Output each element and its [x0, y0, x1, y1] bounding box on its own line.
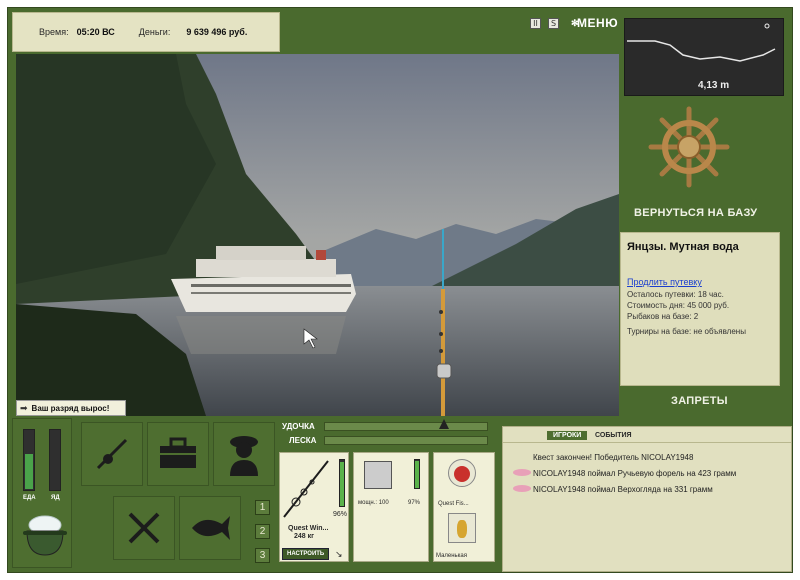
- game-window: ➡ Ваш разряд вырос! Время: 05:20 ВС День…: [7, 7, 793, 573]
- food-meter: [23, 429, 35, 491]
- lake-title: Янцзы. Мутная вода: [627, 241, 739, 253]
- lake-info-panel: Янцзы. Мутная вода Продлить путевку Оста…: [620, 232, 780, 386]
- lure-2-icon: [448, 513, 476, 543]
- tool-slots: 1 2 3: [77, 418, 277, 568]
- rod-weight: 248 кг: [294, 533, 315, 540]
- time-label: Время:: [39, 27, 69, 37]
- money-label: Деньги:: [138, 27, 171, 37]
- reel-wear-meter: [414, 459, 420, 489]
- ship-wheel-icon: [648, 106, 730, 188]
- rod-tension-slider[interactable]: [324, 419, 488, 431]
- status-bar: Время: 05:20 ВС Деньги: 9 639 496 руб.: [12, 12, 280, 52]
- ticket-remaining: Осталось путевки: 18 час.: [627, 290, 724, 299]
- tab-events[interactable]: СОБЫТИЯ: [595, 432, 632, 439]
- poison-meter: [49, 429, 61, 491]
- sound-icon: S: [550, 19, 557, 28]
- back-to-base-button[interactable]: ВЕРНУТЬСЯ НА БАЗУ: [634, 207, 757, 219]
- extend-ticket-link[interactable]: Продлить путевку: [627, 277, 773, 287]
- slot-1-button[interactable]: 1: [255, 500, 270, 515]
- lure-2-name: Маленькая: [436, 553, 468, 559]
- line-tension-slider[interactable]: [324, 436, 488, 445]
- fisherman-slot[interactable]: [213, 422, 275, 486]
- time-value: 05:20 ВС: [76, 27, 115, 37]
- menu-button[interactable]: ✻МЕНЮ: [571, 16, 618, 30]
- fish-event-icon: [513, 485, 531, 492]
- reel-icon: [364, 461, 392, 489]
- day-cost: Стоимость дня: 45 000 руб.: [627, 301, 730, 310]
- slot-3-button[interactable]: 3: [255, 548, 270, 563]
- lures-card[interactable]: Quest Fis... Маленькая: [433, 452, 495, 562]
- fisherman-icon: [230, 436, 258, 476]
- reel-card[interactable]: мощн.: 100 97%: [353, 452, 429, 562]
- setup-button[interactable]: НАСТРОИТЬ: [282, 548, 330, 560]
- food-slot[interactable]: [113, 496, 175, 560]
- lake-landscape: [16, 54, 619, 416]
- food-pot-icon[interactable]: [21, 511, 69, 559]
- fish-cage-slot[interactable]: [179, 496, 241, 560]
- back-to-base-wheel[interactable]: [648, 106, 730, 188]
- lure-1-icon: [448, 459, 476, 487]
- events-panel: ИГРОКИ СОБЫТИЯ Квест закончен! Победител…: [502, 426, 792, 572]
- sound-button[interactable]: S: [548, 18, 559, 29]
- tournaments-info: Турниры на базе: не объявлены: [627, 327, 746, 336]
- poison-label: ЯД: [51, 495, 60, 501]
- money-value: 9 639 496 руб.: [186, 27, 248, 37]
- rod-reel-icon: [96, 438, 128, 470]
- rod-image-icon: [283, 460, 329, 518]
- reel-power: мощн.: 100: [358, 500, 389, 506]
- food-fill: [25, 454, 33, 489]
- lure-1-name: Quest Fis...: [438, 501, 469, 507]
- event-line: Квест закончен! Победитель NICOLAY1948: [533, 453, 694, 462]
- depth-value: 4,13 m: [698, 80, 730, 91]
- rod-tension-marker: [439, 419, 449, 429]
- rods-slot[interactable]: [81, 422, 143, 486]
- event-line: NICOLAY1948 поймал Ручьевую форель на 42…: [533, 469, 737, 478]
- menu-label: МЕНЮ: [577, 16, 619, 30]
- pause-button[interactable]: II: [530, 18, 541, 29]
- rod-percent: 96%: [333, 511, 348, 518]
- reel-percent: 97%: [408, 500, 421, 506]
- food-label: ЕДА: [23, 495, 36, 501]
- tackle-box-icon: [160, 437, 196, 468]
- rod-card[interactable]: 96% Quest Win... 248 кг НАСТРОИТЬ ↘: [279, 452, 349, 562]
- fish-event-icon: [513, 469, 531, 476]
- tackle-box-slot[interactable]: [147, 422, 209, 486]
- fork-knife-icon: [128, 512, 160, 544]
- line-tension-label: ЛЕСКА: [289, 436, 317, 445]
- rank-notification: ➡ Ваш разряд вырос!: [16, 400, 126, 416]
- rod-tension-label: УДОЧКА: [282, 422, 315, 431]
- rod-name: Quest Win...: [288, 525, 329, 532]
- divider: [503, 442, 791, 443]
- fishing-scene[interactable]: ➡ Ваш разряд вырос!: [16, 54, 619, 416]
- bans-button[interactable]: ЗАПРЕТЫ: [671, 395, 728, 407]
- slot-2-button[interactable]: 2: [255, 524, 270, 539]
- status-meters-panel: ЕДА ЯД: [12, 418, 72, 568]
- event-line: NICOLAY1948 поймал Верхогляда на 331 гра…: [533, 485, 713, 494]
- tab-players[interactable]: ИГРОКИ: [547, 431, 588, 440]
- fishers-count: Рыбаков на базе: 2: [627, 312, 699, 321]
- rod-wear-meter: [339, 459, 345, 507]
- resize-arrow-icon[interactable]: ↘: [335, 549, 343, 560]
- pause-icon: II: [533, 19, 538, 28]
- rank-message: Ваш разряд вырос!: [31, 403, 110, 413]
- fish-icon: [192, 516, 230, 540]
- arrow-right-icon: ➡: [20, 402, 28, 413]
